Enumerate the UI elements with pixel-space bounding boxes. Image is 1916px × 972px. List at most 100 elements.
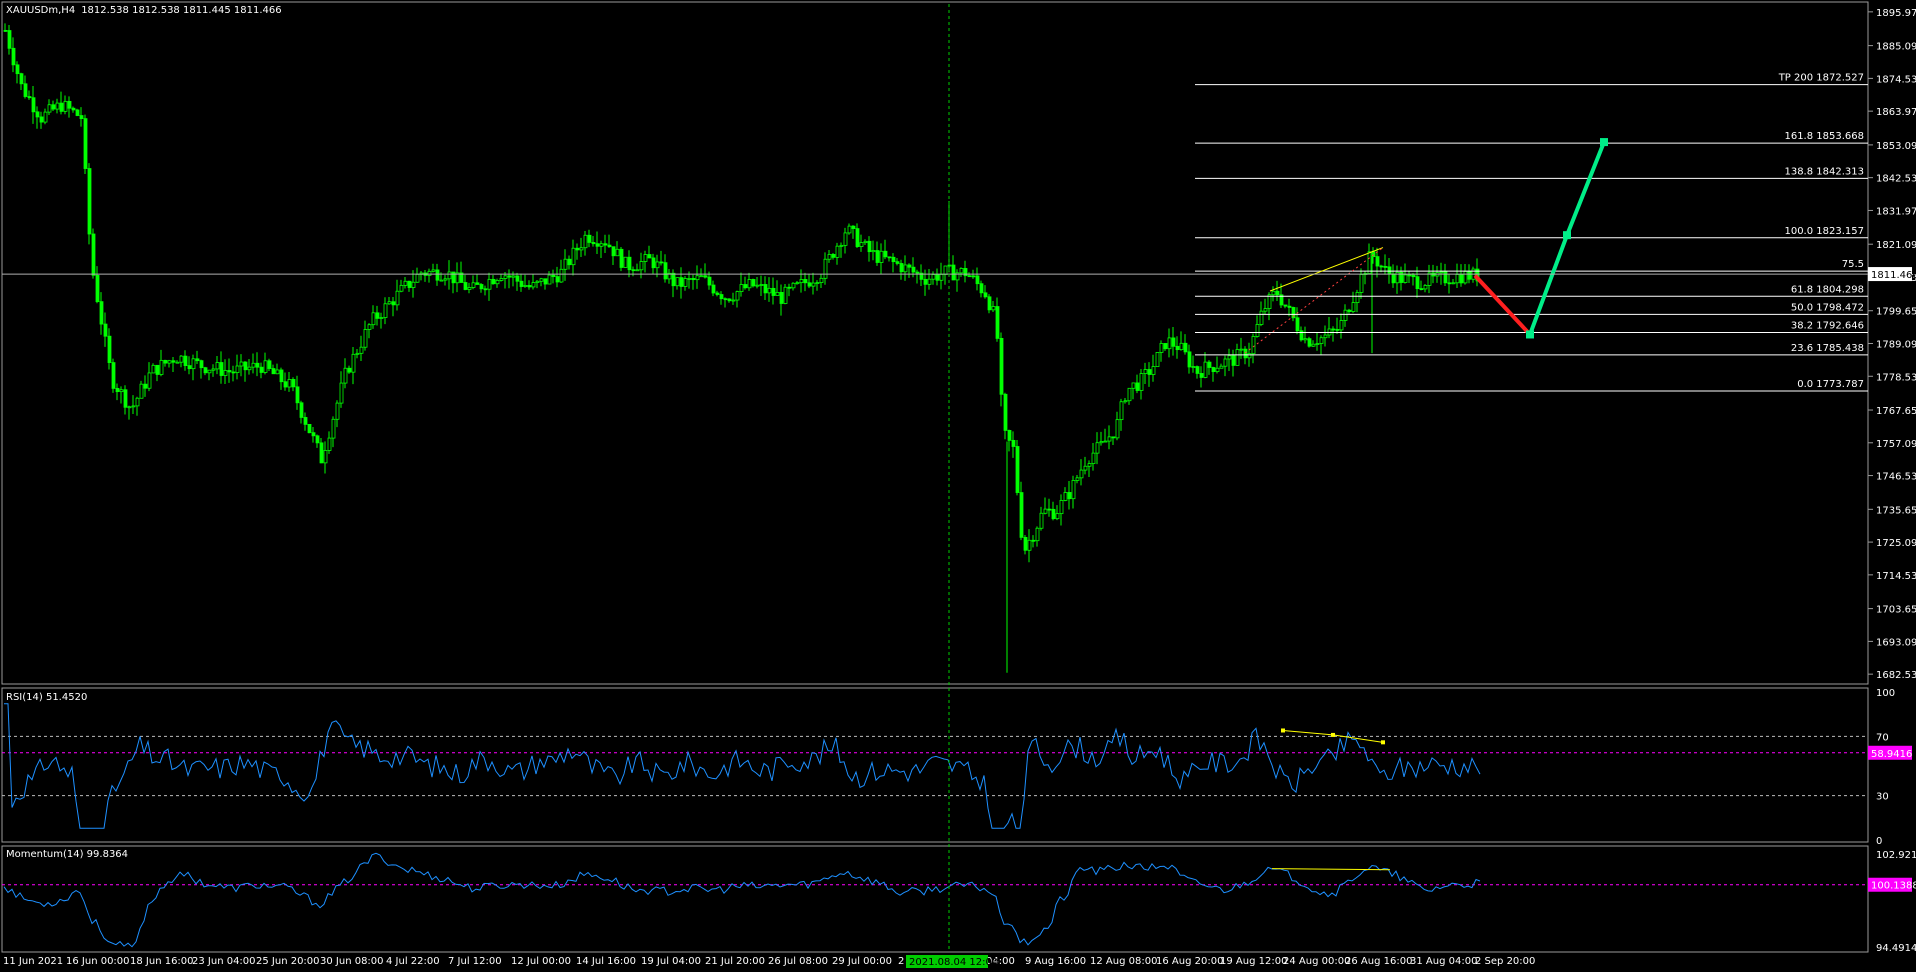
candle-body xyxy=(951,264,956,281)
candle-body xyxy=(127,406,132,409)
candle-body xyxy=(1155,352,1160,368)
candle-body xyxy=(511,275,516,278)
candle-body xyxy=(1071,480,1076,500)
time-axis-label: 14 Jul 16:00 xyxy=(576,956,636,967)
projection-node[interactable] xyxy=(1563,231,1571,240)
candle-body xyxy=(487,278,492,290)
candle-body xyxy=(675,277,680,287)
candle-body xyxy=(1195,366,1200,374)
candle-body xyxy=(1211,367,1216,373)
candle-body xyxy=(35,111,40,118)
candle-body xyxy=(1031,539,1036,542)
candle-body xyxy=(539,278,544,282)
projection-node[interactable] xyxy=(1526,330,1534,339)
candle-body xyxy=(583,234,588,249)
candle-body xyxy=(735,291,740,301)
momentum-trend-line[interactable] xyxy=(1271,868,1391,871)
time-axis-label: 4 Jul 22:00 xyxy=(386,956,440,967)
candle-body xyxy=(51,104,56,110)
rsi-panel-frame xyxy=(1,687,1869,843)
candle-body xyxy=(1331,328,1336,331)
candle-body xyxy=(231,371,236,374)
candle-body xyxy=(623,256,628,268)
candle-body xyxy=(215,362,220,370)
momentum-indicator: 102.9215 94.4914 100.1388 xyxy=(2,850,1916,954)
fib-base-line[interactable] xyxy=(1244,247,1384,354)
fibonacci-levels[interactable]: TP 200 1872.527 161.8 1853.668 138.8 1842.… xyxy=(1195,73,1868,392)
candle-body xyxy=(939,274,944,281)
candle-body xyxy=(1295,317,1300,332)
candle-body xyxy=(435,269,440,281)
candle-body xyxy=(755,284,760,287)
candle-body xyxy=(1103,440,1108,443)
candle-body xyxy=(519,280,524,287)
candle-body xyxy=(411,281,416,288)
candle-body xyxy=(1391,273,1396,284)
candle-body xyxy=(283,381,288,388)
candle-body xyxy=(19,73,24,85)
rsi-divergence-point[interactable] xyxy=(1331,732,1335,737)
fib-level-label: 23.6 1785.438 xyxy=(1791,343,1864,354)
time-axis-label: 19 Aug 12:00 xyxy=(1220,956,1287,967)
time-axis-label: 12 Jul 00:00 xyxy=(511,956,571,967)
candle-body xyxy=(331,418,336,439)
rsi-divergence-point[interactable] xyxy=(1381,740,1385,745)
time-axis-label: 2 xyxy=(898,956,904,967)
candle-body xyxy=(783,286,788,304)
candle-body xyxy=(1271,290,1276,296)
chart-canvas[interactable]: TP 200 1872.527 161.8 1853.668 138.8 1842.… xyxy=(0,0,1916,972)
candle-body xyxy=(771,287,776,296)
down-projection-arrow[interactable] xyxy=(1473,274,1532,336)
candle-body xyxy=(527,285,532,288)
candle-body xyxy=(299,402,304,418)
candle-body xyxy=(1019,492,1024,538)
candle-body xyxy=(607,244,612,248)
candle-body xyxy=(195,358,200,362)
candle-body xyxy=(1407,274,1412,277)
candle-body xyxy=(1419,288,1424,290)
time-axis-label: 19 Jul 04:00 xyxy=(641,956,701,967)
time-axis-label: 7 Jul 12:00 xyxy=(448,956,502,967)
candle-body xyxy=(1231,355,1236,366)
candle-body xyxy=(887,256,892,259)
fib-level-label: 50.0 1798.472 xyxy=(1791,302,1864,313)
time-axis: 11 Jun 2021 16 Jun 00:00 18 Jun 16:0023 Ju… xyxy=(3,955,1535,968)
time-axis-label: 9 Aug 16:00 xyxy=(1025,956,1086,967)
candle-body xyxy=(59,102,64,112)
candle-body xyxy=(971,275,976,278)
rsi-divergence-point[interactable] xyxy=(1281,728,1285,733)
candle-body xyxy=(259,366,264,373)
candle-body xyxy=(543,278,548,285)
candle-body xyxy=(547,274,552,285)
candle-body xyxy=(159,359,164,375)
candle-body xyxy=(23,83,28,97)
candle-body xyxy=(1319,337,1324,344)
annotations[interactable] xyxy=(1244,138,1608,354)
candle-body xyxy=(1027,539,1032,551)
candle-body xyxy=(267,360,272,369)
momentum-tick-label: 102.9215 xyxy=(1876,850,1916,861)
candle-body xyxy=(47,104,52,113)
time-axis-label: 16 Jun 00:00 xyxy=(66,956,130,967)
candle-body xyxy=(631,269,636,272)
trend-line[interactable] xyxy=(1269,247,1384,292)
candle-body xyxy=(311,432,316,437)
candle-body xyxy=(831,254,836,258)
price-tick-label: 1682.530 xyxy=(1876,670,1916,681)
candle-body xyxy=(679,277,684,287)
candle-body xyxy=(759,284,764,286)
candle-body xyxy=(55,102,60,110)
candle-body xyxy=(1079,469,1084,479)
current-price-label: 1811.466 xyxy=(1871,270,1916,281)
candle-body xyxy=(339,382,344,404)
candle-body xyxy=(483,288,488,291)
price-tick-label: 1799.650 xyxy=(1876,307,1916,318)
candle-body xyxy=(163,359,168,364)
fib-level-label: 138.8 1842.313 xyxy=(1784,166,1864,177)
projection-node[interactable] xyxy=(1600,138,1608,147)
candle-body xyxy=(863,240,868,244)
candle-body xyxy=(535,280,540,283)
candle-body xyxy=(903,264,908,273)
candle-body xyxy=(1347,309,1352,312)
candle-body xyxy=(743,284,748,289)
